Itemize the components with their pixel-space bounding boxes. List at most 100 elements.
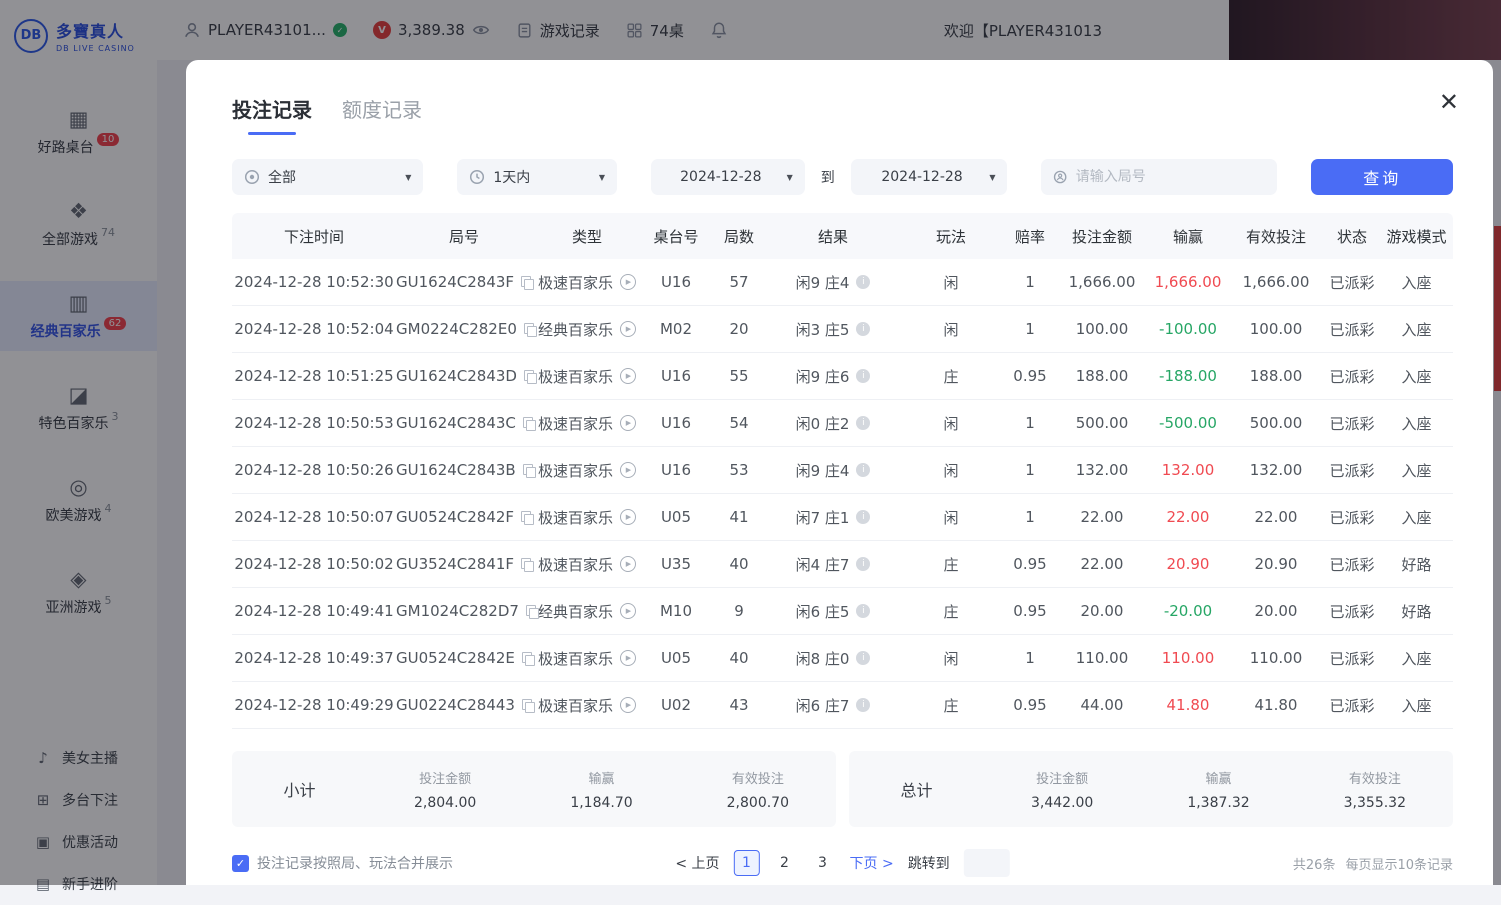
cell-odds: 1 xyxy=(1004,461,1056,479)
category-filter-select[interactable]: 全部 ▼ xyxy=(232,159,423,195)
play-icon[interactable]: ▶ xyxy=(620,556,636,572)
prev-page-button[interactable]: < 上页 xyxy=(675,853,719,873)
cell-rounds: 57 xyxy=(710,273,768,291)
copy-icon[interactable] xyxy=(526,605,532,618)
copy-icon[interactable] xyxy=(522,699,532,712)
copy-icon[interactable] xyxy=(522,652,532,665)
play-icon[interactable]: ▶ xyxy=(620,321,636,337)
modal-header: 投注记录 额度记录 ✕ xyxy=(232,94,1453,135)
total-win: 输赢 1,387.32 xyxy=(1140,768,1296,811)
play-icon[interactable]: ▶ xyxy=(620,274,636,290)
cell-mode: 入座 xyxy=(1380,460,1453,481)
caret-down-icon: ▼ xyxy=(787,173,793,182)
play-icon[interactable]: ▶ xyxy=(620,650,636,666)
cell-play: 闲 xyxy=(898,272,1004,293)
cell-rounds: 40 xyxy=(710,555,768,573)
win-loss-label: 输赢 xyxy=(523,768,679,787)
jump-to-input[interactable] xyxy=(964,849,1010,877)
cell-mode: 入座 xyxy=(1380,413,1453,434)
cell-rounds: 54 xyxy=(710,414,768,432)
date-from-picker[interactable]: 2024-12-28 ▼ xyxy=(651,159,805,195)
valid-bet-label: 有效投注 xyxy=(1297,768,1453,787)
date-to-picker[interactable]: 2024-12-28 ▼ xyxy=(851,159,1008,195)
cell-odds: 0.95 xyxy=(1004,602,1056,620)
play-icon[interactable]: ▶ xyxy=(620,368,636,384)
tab-quota-records[interactable]: 额度记录 xyxy=(342,94,422,135)
cell-rounds: 40 xyxy=(710,649,768,667)
play-icon[interactable]: ▶ xyxy=(620,509,636,525)
cell-table_no: U02 xyxy=(642,696,710,714)
round-search-input[interactable] xyxy=(1076,169,1266,185)
play-icon[interactable]: ▶ xyxy=(620,697,636,713)
cell-table_no: M02 xyxy=(642,320,710,338)
info-icon: i xyxy=(856,369,870,383)
page-button-2[interactable]: 2 xyxy=(772,850,798,876)
cell-round_id: GU1624C2843F xyxy=(396,273,532,291)
copy-icon[interactable] xyxy=(523,464,532,477)
cell-play: 庄 xyxy=(898,695,1004,716)
cell-odds: 1 xyxy=(1004,273,1056,291)
cell-round_id: GU1624C2843D xyxy=(396,367,532,385)
cell-play: 庄 xyxy=(898,366,1004,387)
cell-play: 闲 xyxy=(898,648,1004,669)
total-bet-value: 3,442.00 xyxy=(984,795,1140,811)
cell-bet: 188.00 xyxy=(1056,367,1148,385)
copy-icon[interactable] xyxy=(521,558,532,571)
round-id-text: GU0224C28443 xyxy=(396,696,515,714)
merge-checkbox[interactable]: ✓ xyxy=(232,855,249,872)
bet-amount-label: 投注金额 xyxy=(984,768,1140,787)
table-row: 2024-12-28 10:49:29GU0224C28443极速百家乐▶U02… xyxy=(232,682,1453,729)
close-icon[interactable]: ✕ xyxy=(1439,88,1459,116)
tab-bet-records[interactable]: 投注记录 xyxy=(232,94,312,135)
copy-icon[interactable] xyxy=(524,370,532,383)
cell-time: 2024-12-28 10:50:53 xyxy=(232,414,396,432)
cell-bet: 500.00 xyxy=(1056,414,1148,432)
subtotal-valid-value: 2,800.70 xyxy=(680,795,836,811)
game-type-text: 极速百家乐 xyxy=(538,554,613,575)
cell-status: 已派彩 xyxy=(1324,272,1380,293)
copy-icon[interactable] xyxy=(521,276,532,289)
copy-icon[interactable] xyxy=(521,511,532,524)
copy-icon[interactable] xyxy=(524,323,532,336)
cell-table_no: M10 xyxy=(642,602,710,620)
cell-bet: 44.00 xyxy=(1056,696,1148,714)
cell-status: 已派彩 xyxy=(1324,319,1380,340)
cell-rounds: 55 xyxy=(710,367,768,385)
cell-rounds: 41 xyxy=(710,508,768,526)
cell-round_id: GU0224C28443 xyxy=(396,696,532,714)
game-type-text: 极速百家乐 xyxy=(538,507,613,528)
cell-rounds: 9 xyxy=(710,602,768,620)
next-page-button[interactable]: 下页 > xyxy=(850,853,894,873)
cell-win: 41.80 xyxy=(1148,696,1228,714)
copy-icon[interactable] xyxy=(523,417,532,430)
info-icon: i xyxy=(856,510,870,524)
page-button-1[interactable]: 1 xyxy=(734,850,760,876)
cell-table_no: U16 xyxy=(642,367,710,385)
cell-round_id: GU1624C2843C xyxy=(396,414,532,432)
category-value: 全部 xyxy=(268,167,397,187)
win-loss-value: 1,666.00 xyxy=(1155,273,1222,291)
query-button[interactable]: 查询 xyxy=(1311,159,1453,195)
play-icon[interactable]: ▶ xyxy=(620,462,636,478)
result-text: 闲0 庄2 xyxy=(796,413,850,434)
play-icon[interactable]: ▶ xyxy=(620,415,636,431)
page-numbers: 123 xyxy=(734,850,836,876)
game-type-text: 极速百家乐 xyxy=(538,272,613,293)
cell-valid: 188.00 xyxy=(1228,367,1324,385)
round-id-text: GM1024C282D7 xyxy=(396,602,519,620)
play-icon[interactable]: ▶ xyxy=(620,603,636,619)
cell-status: 已派彩 xyxy=(1324,695,1380,716)
cell-table_no: U05 xyxy=(642,649,710,667)
time-range-select[interactable]: 1天内 ▼ xyxy=(457,159,617,195)
caret-down-icon: ▼ xyxy=(989,173,995,182)
page-button-3[interactable]: 3 xyxy=(810,850,836,876)
total-valid: 有效投注 3,355.32 xyxy=(1297,768,1453,811)
cell-type: 极速百家乐▶ xyxy=(532,366,642,387)
win-loss-value: 20.90 xyxy=(1167,555,1210,573)
cell-type: 极速百家乐 ▶ xyxy=(532,507,642,528)
cell-bet: 132.00 xyxy=(1056,461,1148,479)
cell-type: 极速百家乐 ▶ xyxy=(532,554,642,575)
cell-result: 闲0 庄2i xyxy=(768,413,898,434)
cell-status: 已派彩 xyxy=(1324,601,1380,622)
cell-type: 经典百家乐▶ xyxy=(532,319,642,340)
